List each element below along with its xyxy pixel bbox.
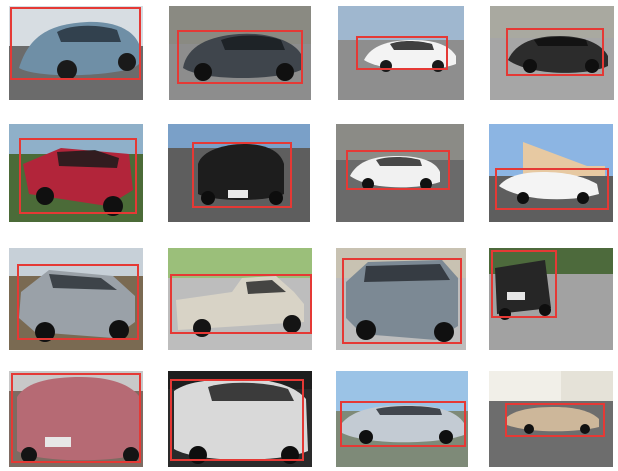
detection-box — [19, 138, 137, 214]
car-tile — [168, 371, 312, 467]
car-tile — [169, 6, 311, 100]
detection-box — [491, 250, 557, 318]
car-tile — [9, 124, 143, 222]
detection-box — [356, 36, 448, 70]
detection-box — [17, 264, 139, 340]
car-tile — [489, 371, 613, 467]
car-tile — [9, 248, 143, 350]
car-tile — [336, 248, 466, 350]
detection-box — [340, 401, 466, 447]
detection-box — [192, 142, 292, 208]
car-tile — [489, 248, 613, 350]
detection-box — [177, 30, 303, 84]
car-tile — [490, 6, 614, 100]
detection-box — [505, 403, 605, 437]
car-tile — [168, 248, 312, 350]
car-tile — [336, 371, 468, 467]
car-tile — [336, 124, 464, 222]
detection-box — [342, 258, 462, 344]
detection-box — [170, 379, 304, 461]
detection-box — [170, 274, 312, 334]
car-tile — [489, 124, 613, 222]
detection-box — [11, 373, 141, 463]
image-grid — [0, 0, 618, 471]
car-tile — [168, 124, 310, 222]
car-tile — [338, 6, 464, 100]
detection-box — [506, 28, 604, 76]
tile-sky — [338, 6, 464, 40]
car-tile — [9, 6, 143, 100]
detection-box — [495, 168, 609, 210]
detection-box — [346, 150, 450, 190]
detection-box — [10, 7, 141, 80]
car-tile — [9, 371, 143, 467]
